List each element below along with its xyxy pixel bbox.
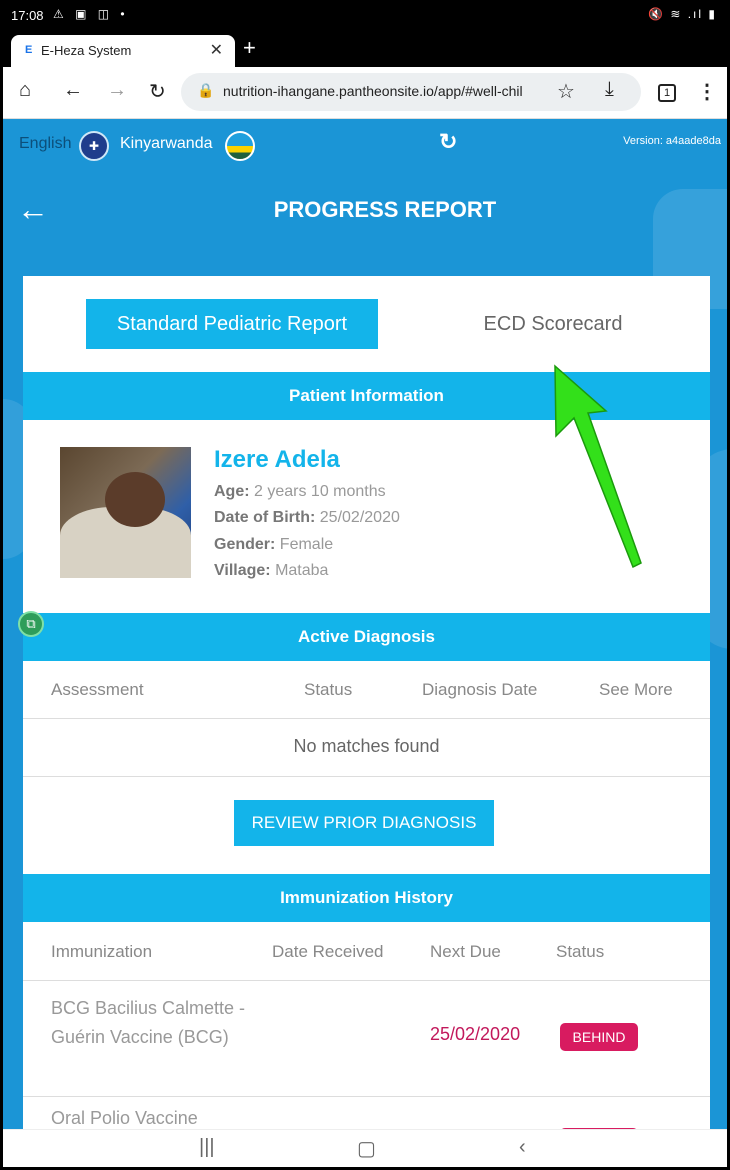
home-button-icon[interactable]: ▢ bbox=[357, 1136, 376, 1161]
android-nav-bar: ||| ▢ ‹ bbox=[3, 1129, 727, 1167]
annotation-arrow-icon bbox=[554, 364, 642, 569]
screen-record-icon[interactable]: ⧉ bbox=[18, 611, 44, 637]
recent-apps-icon[interactable]: ||| bbox=[199, 1136, 215, 1159]
device-screen: 17:08 ⚠ ▣ ◫ • 🔇 ≋ .ıl ▮ E E-Heza System … bbox=[3, 3, 727, 1167]
back-nav-icon[interactable]: ‹ bbox=[519, 1136, 526, 1159]
